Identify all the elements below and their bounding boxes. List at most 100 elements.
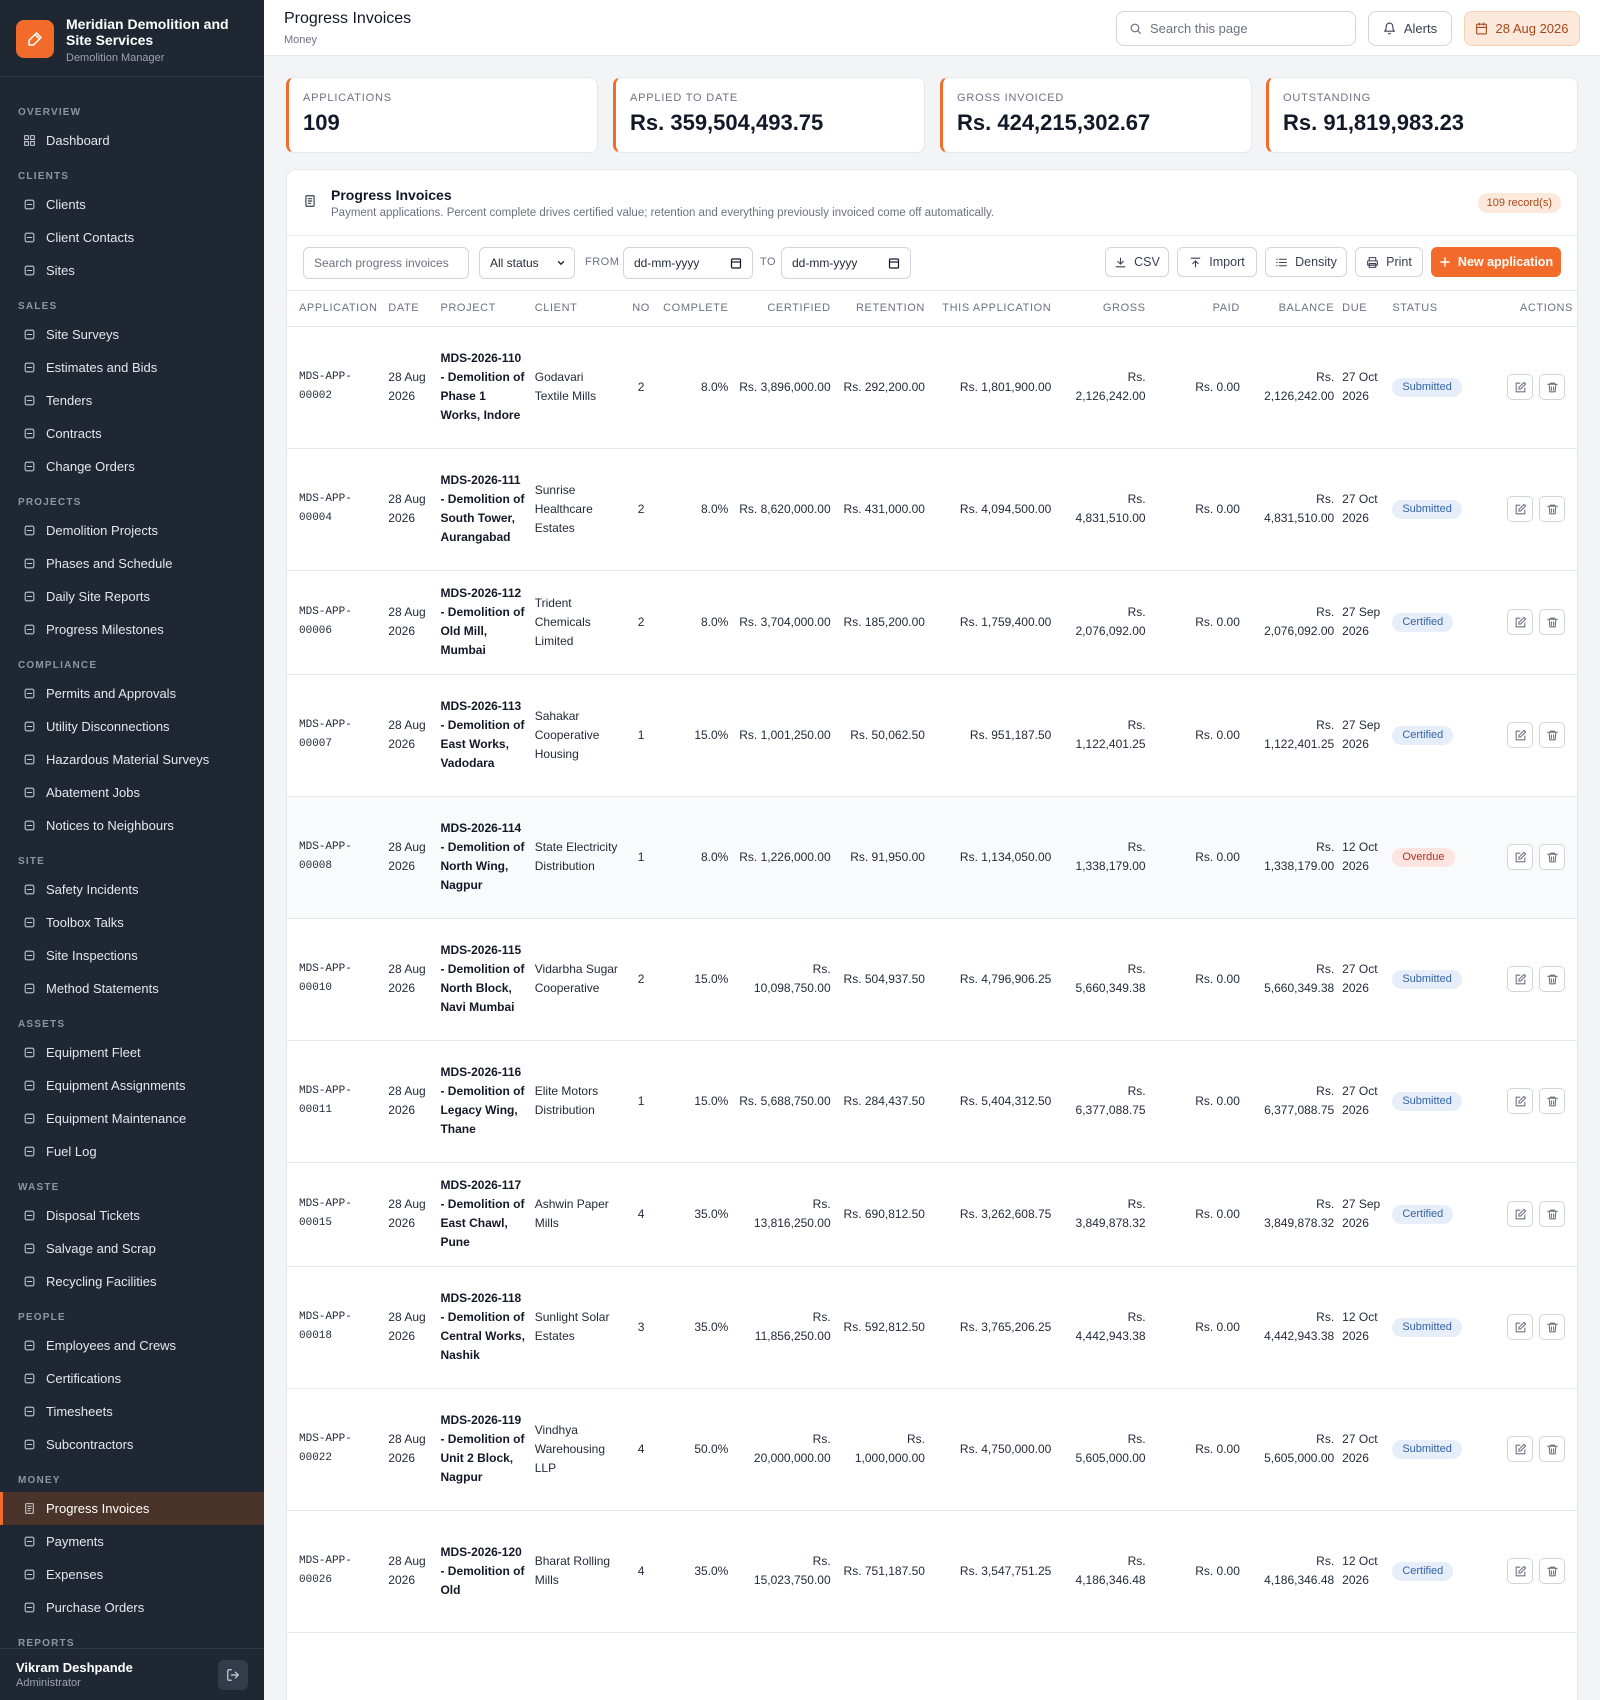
- column-header-actions[interactable]: ACTIONS: [1483, 291, 1577, 327]
- sidebar-item-clients[interactable]: Clients: [0, 188, 264, 221]
- to-date-input[interactable]: dd-mm-yyyy: [781, 247, 911, 279]
- sidebar-item-toolbox-talks[interactable]: Toolbox Talks: [0, 906, 264, 939]
- date-chip[interactable]: 28 Aug 2026: [1464, 11, 1580, 46]
- edit-button[interactable]: [1507, 1314, 1533, 1340]
- sidebar-item-phases-and-schedule[interactable]: Phases and Schedule: [0, 547, 264, 580]
- sidebar-item-certifications[interactable]: Certifications: [0, 1362, 264, 1395]
- print-button[interactable]: Print: [1355, 247, 1423, 277]
- column-header-no[interactable]: NO: [623, 291, 660, 327]
- table-row[interactable]: MDS-APP-00006 28 Aug 2026 MDS-2026-112 - D…: [287, 570, 1577, 675]
- delete-button[interactable]: [1539, 609, 1565, 635]
- delete-button[interactable]: [1539, 722, 1565, 748]
- page-search-input[interactable]: Search this page: [1116, 11, 1356, 46]
- table-row[interactable]: MDS-APP-00011 28 Aug 2026 MDS-2026-116 - D…: [287, 1040, 1577, 1163]
- sidebar-item-dashboard[interactable]: Dashboard: [0, 124, 264, 157]
- column-header-this-app[interactable]: THIS APPLICATION: [928, 291, 1056, 327]
- sidebar-item-purchase-orders[interactable]: Purchase Orders: [0, 1591, 264, 1624]
- table-row[interactable]: MDS-APP-00018 28 Aug 2026 MDS-2026-118 - D…: [287, 1266, 1577, 1389]
- invoice-search-input[interactable]: Search progress invoices: [303, 247, 469, 279]
- sidebar-item-tenders[interactable]: Tenders: [0, 384, 264, 417]
- column-header-paid[interactable]: PAID: [1149, 291, 1244, 327]
- column-header-gross[interactable]: GROSS: [1055, 291, 1150, 327]
- sidebar-item-progress-milestones[interactable]: Progress Milestones: [0, 613, 264, 646]
- delete-button[interactable]: [1539, 496, 1565, 522]
- sidebar-item-disposal-tickets[interactable]: Disposal Tickets: [0, 1199, 264, 1232]
- column-header-date[interactable]: DATE: [384, 291, 437, 327]
- status-filter-select[interactable]: All status: [479, 247, 575, 279]
- table-row[interactable]: MDS-APP-00015 28 Aug 2026 MDS-2026-117 - D…: [287, 1162, 1577, 1267]
- sidebar-item-subcontractors[interactable]: Subcontractors: [0, 1428, 264, 1461]
- sidebar-item-hazardous-material-surveys[interactable]: Hazardous Material Surveys: [0, 743, 264, 776]
- sidebar-item-fuel-log[interactable]: Fuel Log: [0, 1135, 264, 1168]
- column-header-balance[interactable]: BALANCE: [1243, 291, 1339, 327]
- sidebar-item-timesheets[interactable]: Timesheets: [0, 1395, 264, 1428]
- edit-button[interactable]: [1507, 374, 1533, 400]
- table-row[interactable]: MDS-APP-00007 28 Aug 2026 MDS-2026-113 - D…: [287, 674, 1577, 797]
- delete-button[interactable]: [1539, 1436, 1565, 1462]
- column-header-client[interactable]: CLIENT: [530, 291, 624, 327]
- sidebar-item-salvage-and-scrap[interactable]: Salvage and Scrap: [0, 1232, 264, 1265]
- edit-button[interactable]: [1507, 1558, 1533, 1584]
- sidebar-item-contracts[interactable]: Contracts: [0, 417, 264, 450]
- import-button[interactable]: Import: [1177, 247, 1257, 277]
- edit-button[interactable]: [1507, 966, 1533, 992]
- new-application-button[interactable]: New application: [1431, 247, 1561, 277]
- alerts-button[interactable]: Alerts: [1368, 11, 1452, 46]
- csv-export-button[interactable]: CSV: [1105, 247, 1169, 277]
- column-header-project[interactable]: PROJECT: [436, 291, 531, 327]
- sidebar-item-notices-to-neighbours[interactable]: Notices to Neighbours: [0, 809, 264, 842]
- table-row[interactable]: MDS-APP-00008 28 Aug 2026 MDS-2026-114 - D…: [287, 796, 1577, 919]
- edit-button[interactable]: [1507, 844, 1533, 870]
- from-date-input[interactable]: dd-mm-yyyy: [623, 247, 753, 279]
- sidebar-item-equipment-maintenance[interactable]: Equipment Maintenance: [0, 1102, 264, 1135]
- delete-button[interactable]: [1539, 1314, 1565, 1340]
- column-header-due[interactable]: DUE: [1338, 291, 1389, 327]
- sidebar-item-equipment-assignments[interactable]: Equipment Assignments: [0, 1069, 264, 1102]
- calendar-icon[interactable]: [888, 257, 900, 269]
- column-header-status[interactable]: STATUS: [1388, 291, 1484, 327]
- sidebar-item-expenses[interactable]: Expenses: [0, 1558, 264, 1591]
- column-header-complete[interactable]: COMPLETE: [659, 291, 733, 327]
- column-header-retention[interactable]: RETENTION: [834, 291, 929, 327]
- sidebar-item-equipment-fleet[interactable]: Equipment Fleet: [0, 1036, 264, 1069]
- density-button[interactable]: Density: [1265, 247, 1347, 277]
- table-row[interactable]: MDS-APP-00004 28 Aug 2026 MDS-2026-111 - D…: [287, 448, 1577, 571]
- edit-button[interactable]: [1507, 609, 1533, 635]
- sidebar-item-method-statements[interactable]: Method Statements: [0, 972, 264, 1005]
- table-row[interactable]: MDS-APP-00010 28 Aug 2026 MDS-2026-115 - D…: [287, 918, 1577, 1041]
- sidebar-item-demolition-projects[interactable]: Demolition Projects: [0, 514, 264, 547]
- sidebar-item-employees-and-crews[interactable]: Employees and Crews: [0, 1329, 264, 1362]
- sidebar-item-sites[interactable]: Sites: [0, 254, 264, 287]
- column-header-certified[interactable]: CERTIFIED: [732, 291, 835, 327]
- edit-button[interactable]: [1507, 1088, 1533, 1114]
- sidebar-item-abatement-jobs[interactable]: Abatement Jobs: [0, 776, 264, 809]
- delete-button[interactable]: [1539, 966, 1565, 992]
- sidebar-item-site-surveys[interactable]: Site Surveys: [0, 318, 264, 351]
- sidebar-item-daily-site-reports[interactable]: Daily Site Reports: [0, 580, 264, 613]
- table-row[interactable]: MDS-APP-00026 28 Aug 2026 MDS-2026-120 - D…: [287, 1510, 1577, 1633]
- sidebar-item-permits-and-approvals[interactable]: Permits and Approvals: [0, 677, 264, 710]
- sidebar-item-utility-disconnections[interactable]: Utility Disconnections: [0, 710, 264, 743]
- edit-button[interactable]: [1507, 1436, 1533, 1462]
- logout-button[interactable]: [218, 1659, 248, 1690]
- delete-button[interactable]: [1539, 1201, 1565, 1227]
- sidebar-item-payments[interactable]: Payments: [0, 1525, 264, 1558]
- column-header-app[interactable]: APPLICATION: [287, 291, 385, 327]
- table-row[interactable]: MDS-APP-00022 28 Aug 2026 MDS-2026-119 - D…: [287, 1388, 1577, 1511]
- delete-button[interactable]: [1539, 374, 1565, 400]
- calendar-icon[interactable]: [730, 257, 742, 269]
- sidebar-item-site-inspections[interactable]: Site Inspections: [0, 939, 264, 972]
- sidebar-item-safety-incidents[interactable]: Safety Incidents: [0, 873, 264, 906]
- edit-button[interactable]: [1507, 496, 1533, 522]
- edit-button[interactable]: [1507, 722, 1533, 748]
- edit-button[interactable]: [1507, 1201, 1533, 1227]
- sidebar-item-progress-invoices[interactable]: Progress Invoices: [0, 1492, 264, 1525]
- sidebar-item-client-contacts[interactable]: Client Contacts: [0, 221, 264, 254]
- sidebar-item-recycling-facilities[interactable]: Recycling Facilities: [0, 1265, 264, 1298]
- table-row[interactable]: MDS-APP-00002 28 Aug 2026 MDS-2026-110 - D…: [287, 326, 1577, 449]
- sidebar-item-estimates-and-bids[interactable]: Estimates and Bids: [0, 351, 264, 384]
- delete-button[interactable]: [1539, 844, 1565, 870]
- delete-button[interactable]: [1539, 1088, 1565, 1114]
- sidebar-item-change-orders[interactable]: Change Orders: [0, 450, 264, 483]
- delete-button[interactable]: [1539, 1558, 1565, 1584]
